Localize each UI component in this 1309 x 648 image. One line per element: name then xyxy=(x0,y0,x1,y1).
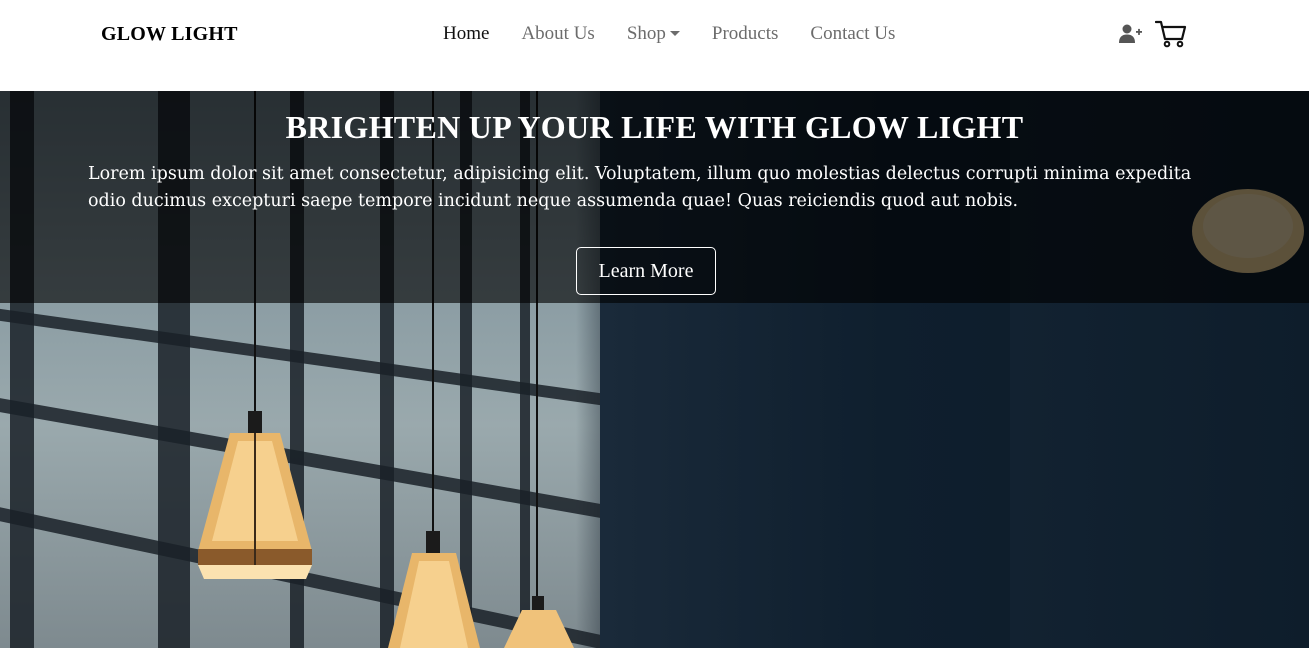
hero-section: BRIGHTEN UP YOUR LIFE WITH GLOW LIGHT Lo… xyxy=(0,91,1309,648)
nav-dropdown-shop[interactable]: Shop xyxy=(627,22,680,46)
brand-logo[interactable]: GLOW LIGHT xyxy=(101,23,238,46)
pendant-lamp-icon xyxy=(504,596,574,648)
navbar: GLOW LIGHT Home About Us Shop Products C… xyxy=(0,0,1309,91)
nav-link-home[interactable]: Home xyxy=(443,22,489,46)
cart-icon[interactable] xyxy=(1155,20,1187,48)
nav-links: Home About Us Shop Products Contact Us xyxy=(443,22,927,46)
nav-link-products[interactable]: Products xyxy=(712,22,779,46)
hero-description: Lorem ipsum dolor sit amet consectetur, … xyxy=(88,164,1192,211)
hero-title: BRIGHTEN UP YOUR LIFE WITH GLOW LIGHT xyxy=(285,109,1024,145)
nav-link-contact-us[interactable]: Contact Us xyxy=(810,22,895,46)
nav-icons xyxy=(1119,20,1187,48)
pendant-lamp-icon xyxy=(388,531,480,648)
caret-down-icon xyxy=(669,30,680,36)
learn-more-button[interactable]: Learn More xyxy=(576,247,716,295)
user-plus-icon[interactable] xyxy=(1119,24,1143,44)
nav-link-about-us[interactable]: About Us xyxy=(521,22,594,46)
nav-dropdown-shop-label: Shop xyxy=(626,23,666,44)
pendant-lamp-icon xyxy=(198,411,312,579)
